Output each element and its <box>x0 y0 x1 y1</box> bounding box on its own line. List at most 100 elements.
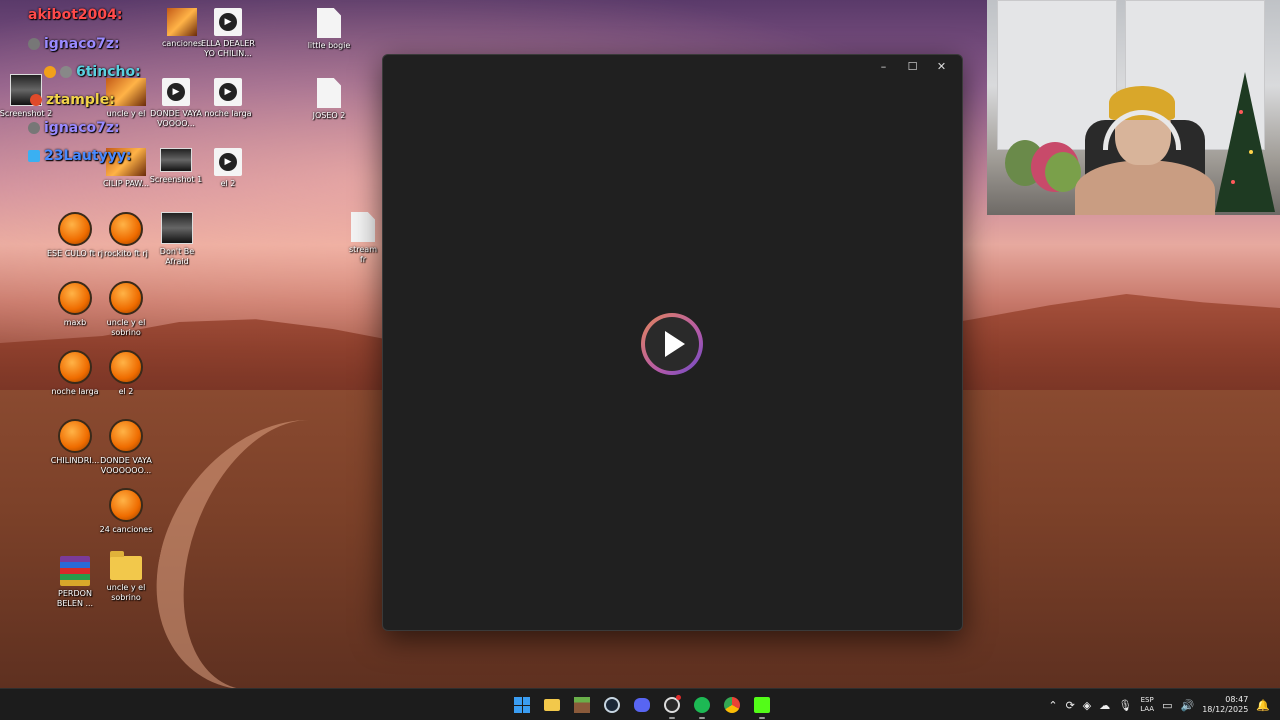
user-badge-icon <box>28 122 40 134</box>
document-icon <box>317 78 341 108</box>
clock[interactable]: 08:47 18/12/2025 <box>1202 695 1248 715</box>
media-file-icon: ▶ <box>214 78 242 106</box>
desktop-icon-el2-top[interactable]: ▶ el 2 <box>198 148 258 189</box>
user-badge-icon <box>28 38 40 50</box>
language-code: ESP <box>1140 696 1154 704</box>
chat-username: akibot2004: <box>28 7 123 23</box>
desktop-icon-dont-be-afraid[interactable]: Don't Be Afraid <box>147 212 207 267</box>
folder-icon <box>110 551 142 580</box>
desktop-icon-stream[interactable]: stream fr <box>345 212 381 265</box>
media-file-icon: ▶ <box>162 78 190 106</box>
windows-logo-icon <box>514 697 530 713</box>
language-indicator[interactable]: ESP LAA <box>1140 696 1154 714</box>
chat-username: ztample: <box>46 92 115 108</box>
file-explorer-icon[interactable] <box>540 693 564 717</box>
play-icon <box>664 331 685 357</box>
desktop-icon-screenshot1[interactable]: Screenshot 1 <box>146 148 206 185</box>
kick-icon[interactable] <box>750 693 774 719</box>
maximize-button[interactable]: ☐ <box>898 57 927 77</box>
user-badge-icon <box>28 150 40 162</box>
desktop-icon-label: uncle y el sobrino <box>106 583 146 602</box>
taskbar-apps <box>510 693 774 719</box>
desktop-icon-label: DONDE VAYA VOOOOOO... <box>100 456 152 475</box>
fl-studio-project-icon <box>109 350 143 384</box>
desktop-icon-noche-larga-top[interactable]: ▶ noche larga <box>198 78 258 119</box>
chat-line: ztample: <box>30 92 115 108</box>
fl-studio-project-icon <box>109 419 143 453</box>
desktop-icon-24-canciones[interactable]: 24 canciones <box>96 488 156 535</box>
winrar-archive-icon <box>60 556 90 586</box>
chat-line: ignaco7z: <box>28 120 120 136</box>
fl-studio-project-icon <box>58 212 92 246</box>
webcam-overlay <box>987 0 1280 215</box>
obs-icon[interactable] <box>660 693 684 719</box>
desktop-icon-uncle-folder[interactable]: uncle y el sobrino <box>96 551 156 603</box>
image-file-icon <box>160 148 192 172</box>
fl-studio-project-icon <box>58 281 92 315</box>
user-badge-icon <box>44 66 56 78</box>
document-icon <box>317 8 341 38</box>
desktop-icon-el2[interactable]: el 2 <box>96 350 156 397</box>
sync-icon[interactable]: ⟳ <box>1066 699 1075 712</box>
chat-line: 6tincho: <box>44 64 141 80</box>
media-file-icon: ▶ <box>214 148 242 176</box>
desktop-icon-label: uncle y el sobrino <box>106 318 146 337</box>
chat-username: 6tincho: <box>76 64 141 80</box>
chat-username: ignaco7z: <box>44 120 120 136</box>
fl-studio-project-icon <box>109 281 143 315</box>
spotify-icon[interactable] <box>690 693 714 719</box>
tree-light <box>1249 150 1253 154</box>
clock-date: 18/12/2025 <box>1202 705 1249 714</box>
chat-line: 23Lautyyy: <box>28 148 132 164</box>
chevron-up-icon[interactable]: ⌃ <box>1048 699 1057 712</box>
system-tray: ⌃ ⟳ ◈ ☁ 🎙 ESP LAA ▭ 🔊 08:47 18/12/2025 🔔 <box>1048 689 1270 720</box>
chat-line: akibot2004: <box>28 7 122 23</box>
desktop-icon-uncle-y-el-sobrino[interactable]: uncle y el sobrino <box>96 281 156 338</box>
desktop-icon-donde-vaya[interactable]: DONDE VAYA VOOOOOO... <box>96 419 156 476</box>
desktop-icon-joseo2[interactable]: JOSEO 2 <box>299 78 359 121</box>
chat-username: 23Lautyyy: <box>44 148 132 164</box>
close-button[interactable]: ✕ <box>927 57 956 77</box>
media-file-icon: ▶ <box>214 8 242 36</box>
minimize-button[interactable]: – <box>869 57 898 77</box>
network-icon[interactable]: ▭ <box>1162 699 1172 712</box>
desktop-icon-label: little bogie <box>307 41 351 50</box>
desktop-icon-little-bogie[interactable]: little bogie <box>299 8 359 51</box>
desktop-icon-label: 24 canciones <box>99 525 153 534</box>
notifications-icon[interactable]: 🔔 <box>1256 699 1270 712</box>
chrome-icon[interactable] <box>720 693 744 717</box>
media-player-window[interactable]: – ☐ ✕ <box>382 54 963 631</box>
window-controls: – ☐ ✕ <box>869 57 956 77</box>
fl-studio-project-icon <box>58 350 92 384</box>
shortcut-icon <box>161 212 193 244</box>
security-icon[interactable]: ◈ <box>1083 699 1091 712</box>
fl-studio-project-icon <box>109 488 143 522</box>
microphone-icon[interactable]: 🎙 <box>1118 699 1132 712</box>
desktop-icon-label: noche larga <box>204 109 252 118</box>
desktop-icon-label: stream fr <box>348 245 378 264</box>
desktop-icon-label: Screenshot 1 <box>149 175 203 184</box>
desktop-icon-label: Screenshot 2 <box>0 109 53 118</box>
fl-studio-project-icon <box>109 212 143 246</box>
chat-username: ignaco7z: <box>44 36 120 52</box>
play-button-inner <box>645 317 699 371</box>
cloud-icon[interactable]: ☁ <box>1099 699 1110 712</box>
desktop-icon-donde-vaya-top[interactable]: ▶ DONDE VAYA VOOOO... <box>146 78 206 129</box>
desktop-icon-label: DONDE VAYA VOOOO... <box>150 109 202 128</box>
minecraft-icon[interactable] <box>570 693 594 717</box>
play-button[interactable] <box>641 313 703 375</box>
desktop-icon-label: el 2 <box>118 387 134 396</box>
discord-icon[interactable] <box>630 693 654 717</box>
steam-icon[interactable] <box>600 693 624 717</box>
user-badge-icon <box>30 94 42 106</box>
volume-icon[interactable]: 🔊 <box>1180 699 1194 712</box>
keyboard-layout: LAA <box>1140 705 1155 713</box>
desktop-icon-label: JOSEO 2 <box>312 111 346 120</box>
desktop-icon-ella-dealer[interactable]: ▶ ELLA DEALER YO CHILIN... <box>198 8 258 59</box>
fl-studio-project-icon <box>58 419 92 453</box>
tree-light <box>1239 110 1243 114</box>
desktop-icon-label: el 2 <box>220 179 236 188</box>
tree-light <box>1231 180 1235 184</box>
taskbar: ⌃ ⟳ ◈ ☁ 🎙 ESP LAA ▭ 🔊 08:47 18/12/2025 🔔 <box>0 688 1280 720</box>
start-icon[interactable] <box>510 693 534 717</box>
